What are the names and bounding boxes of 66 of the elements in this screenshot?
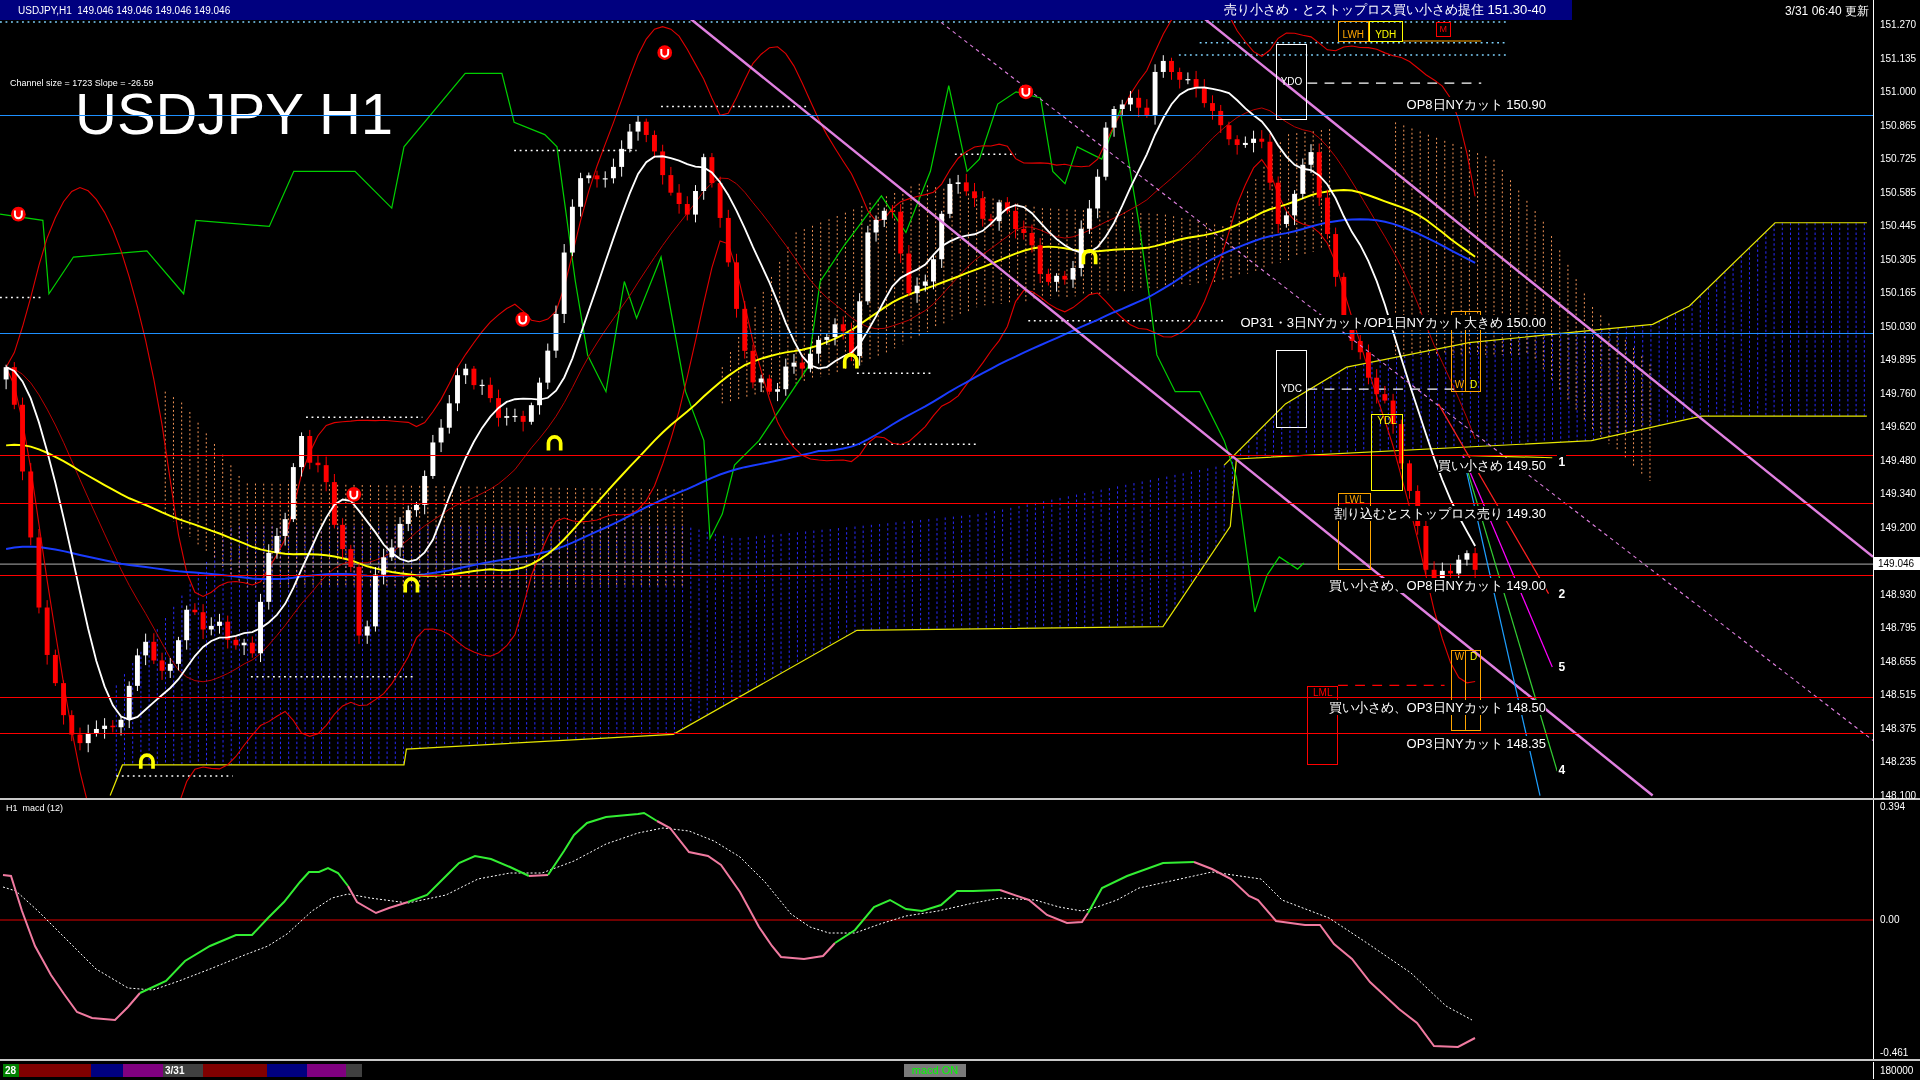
chart-note: 売り小さめ・とストップロス買い小さめ提住 151.30-40 [1223, 1, 1546, 19]
level-marker-label: LML [1313, 686, 1333, 699]
dotted-level-line [954, 153, 1017, 155]
level-label: 買い小さめ、OP8日NYカット 149.00 [1328, 578, 1546, 593]
axis-label: 150.305 [1880, 253, 1917, 266]
level-label: 割り込むとストップロス売り 149.30 [1333, 506, 1546, 521]
axis-label: 0.00 [1880, 914, 1900, 926]
axis-label: 150.725 [1880, 153, 1917, 165]
current-price-tag: 149.046 [1874, 557, 1920, 571]
volume-label: 180000 [1873, 1062, 1920, 1079]
level-marker-label: M [1439, 23, 1448, 35]
macd-toggle-button[interactable]: macd ON [904, 1064, 966, 1077]
axis-label: 149.200 [1880, 521, 1917, 534]
axis-label: 149.895 [1880, 354, 1917, 366]
level-label: 買い小さめ、OP3日NYカット 148.50 [1328, 700, 1546, 715]
circled-u-icon [11, 206, 26, 222]
macd-title: H1 macd (12) [6, 803, 64, 813]
projection-label: 2 [1557, 586, 1567, 601]
level-marker-label: YDC [1280, 383, 1303, 396]
axis-label: 148.235 [1880, 756, 1917, 768]
level-marker-label: W [1454, 378, 1465, 391]
level-marker-label: YDH [1375, 28, 1397, 41]
axis-label: 149.760 [1880, 387, 1917, 400]
axis-label: 149.340 [1880, 488, 1917, 500]
circled-u-icon [346, 487, 362, 502]
axis-label: 0.394 [1880, 801, 1906, 813]
axis-label: 148.655 [1880, 655, 1917, 668]
level-marker-label: LWL [1344, 494, 1365, 507]
update-time: 3/31 06:40 更新 [1784, 3, 1869, 20]
circled-u-icon [657, 45, 673, 60]
projection-label: 4 [1557, 763, 1567, 777]
circled-u-icon [1018, 84, 1034, 100]
horseshoe-icon [403, 577, 420, 593]
level-label: OP8日NYカット 150.90 [1406, 97, 1546, 112]
chart-title: USDJPY,H1 149.046 149.046 149.046 149.046 [18, 4, 231, 16]
horseshoe-icon [842, 353, 859, 369]
level-label: OP3日NYカット 148.35 [1406, 736, 1546, 751]
axis-label: 151.135 [1880, 52, 1917, 65]
horseshoe-icon [1081, 249, 1098, 265]
axis-label: 150.585 [1880, 186, 1917, 199]
horseshoe-icon [138, 753, 155, 769]
axis-label: 151.000 [1880, 86, 1917, 98]
axis-label: 148.795 [1880, 622, 1917, 634]
axis-label: 150.030 [1880, 320, 1917, 333]
horseshoe-icon [546, 435, 563, 451]
axis-label: 149.620 [1880, 421, 1917, 433]
axis-label: 150.865 [1880, 119, 1917, 132]
level-marker-label: D [1470, 378, 1478, 391]
level-label: 買い小さめ 149.50 [1437, 458, 1546, 473]
level-marker-label: W [1454, 651, 1465, 664]
timeline-segment: 3/31 [163, 1064, 203, 1077]
axis-label: 148.930 [1880, 588, 1917, 601]
projection-label: 1 [1557, 454, 1567, 469]
axis-label: 149.480 [1880, 454, 1917, 467]
level-label: OP31・3日NYカット/OP1日NYカット大きめ 150.00 [1240, 315, 1546, 330]
axis-label: 150.445 [1880, 220, 1917, 232]
circled-u-icon [515, 312, 531, 327]
axis-label: 148.515 [1880, 689, 1917, 701]
axis-label: 151.270 [1880, 19, 1917, 31]
axis-label: 148.100 [1880, 789, 1917, 802]
axis-label: -0.461 [1880, 1047, 1909, 1059]
timeline-segment: 28 [3, 1064, 19, 1077]
axis-label: 150.165 [1880, 287, 1917, 299]
level-marker-label: LWH [1342, 28, 1365, 41]
axis-label: 148.375 [1880, 722, 1917, 735]
level-marker-label: D [1470, 651, 1478, 664]
